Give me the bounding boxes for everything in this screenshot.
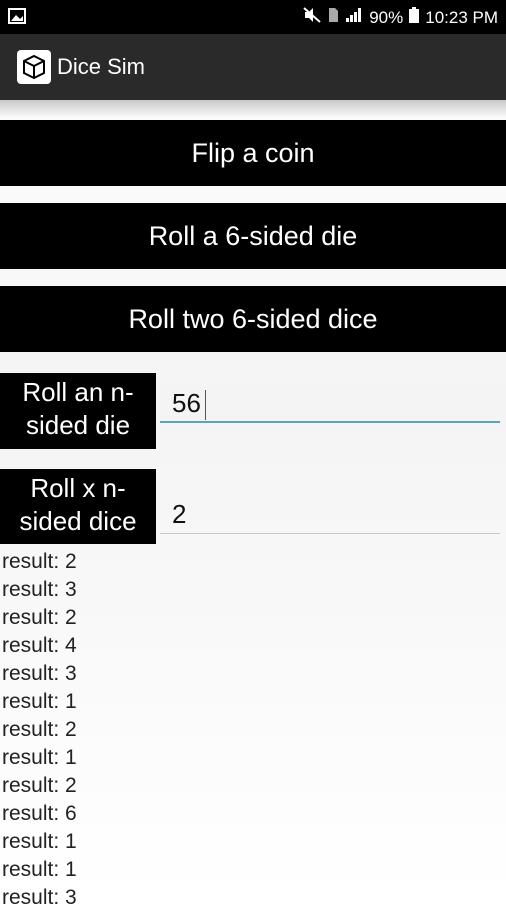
roll-x-n-sided-label-line1: Roll x n- (30, 473, 126, 503)
app-title: Dice Sim (57, 54, 146, 79)
status-bar: 90% 10:23 PM (0, 0, 506, 34)
status-right: 90% 10:23 PM (303, 7, 498, 28)
mute-icon (303, 7, 321, 28)
dice-cube-icon (17, 50, 51, 84)
list-item: result: 2 (2, 550, 77, 573)
list-item: result: 2 (2, 718, 77, 741)
n-sides-input[interactable] (160, 385, 500, 423)
list-item: result: 6 (2, 802, 77, 825)
app-bar: Dice Sim (0, 34, 506, 100)
image-notification-icon (8, 8, 26, 29)
results-list: result: 2 result: 3 result: 2 result: 4 … (2, 548, 502, 912)
flip-coin-button[interactable]: Flip a coin (0, 120, 506, 186)
roll-n-sided-label-line1: Roll an n- (22, 377, 134, 407)
list-item: result: 1 (2, 746, 77, 769)
app-bar-shadow (0, 100, 506, 118)
list-item: result: 1 (2, 690, 77, 713)
battery-percent: 90% (369, 7, 404, 27)
dice-count-input[interactable] (160, 496, 500, 534)
roll-x-n-sided-label-line2: sided dice (19, 506, 137, 536)
roll-x-n-sided-button[interactable]: Roll x n- sided dice (0, 469, 156, 544)
roll-n-sided-button[interactable]: Roll an n- sided die (0, 373, 156, 449)
roll-n-sided-label-line2: sided die (25, 410, 131, 440)
roll-one-die-button[interactable]: Roll a 6-sided die (0, 203, 506, 269)
sim-icon (327, 7, 339, 28)
list-item: result: 2 (2, 774, 77, 797)
text-cursor (205, 390, 206, 420)
clock: 10:23 PM (425, 7, 498, 27)
battery-icon (409, 7, 420, 28)
list-item: result: 2 (2, 606, 77, 629)
list-item: result: 3 (2, 578, 77, 601)
signal-icon (345, 7, 363, 28)
list-item: result: 1 (2, 858, 77, 881)
list-item: result: 4 (2, 634, 77, 657)
list-item: result: 3 (2, 662, 77, 685)
roll-two-dice-button[interactable]: Roll two 6-sided dice (0, 286, 506, 352)
list-item: result: 3 (2, 886, 77, 909)
list-item: result: 1 (2, 830, 77, 853)
